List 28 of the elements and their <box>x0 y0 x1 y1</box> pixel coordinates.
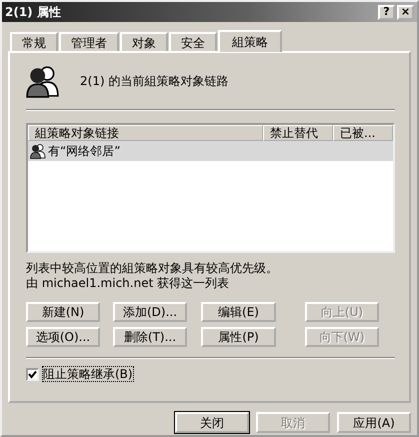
list-row[interactable]: 有“网络邻居” <box>28 141 393 161</box>
tab[interactable]: 管理者 <box>59 32 119 51</box>
column-header[interactable]: 禁止替代 <box>263 125 333 141</box>
tab[interactable]: 常规 <box>10 32 58 51</box>
tab[interactable]: 組策略 <box>218 30 282 52</box>
close-button[interactable]: × <box>397 4 414 20</box>
help-button[interactable]: ? <box>378 4 395 20</box>
action-button[interactable]: 选项(O)... <box>26 327 100 347</box>
action-button[interactable]: 添加(D)... <box>113 302 187 322</box>
info-text: 列表中较高位置的組策略对象具有较高优先级。 <box>26 261 279 276</box>
people-icon <box>30 143 46 159</box>
action-button[interactable]: 删除(T)... <box>113 327 187 347</box>
checkbox-label[interactable]: 阻止策略继承(B) <box>43 367 133 382</box>
checkbox[interactable] <box>26 368 39 381</box>
tab[interactable]: 安全 <box>169 32 217 51</box>
column-header[interactable]: 組策略对象链接 <box>28 125 263 141</box>
people-icon <box>26 64 60 98</box>
heading-text: 2(1) 的当前組策略对象链路 <box>80 74 228 88</box>
dialog-button[interactable]: 应用(A) <box>337 412 411 433</box>
column-header[interactable]: 已被... <box>333 125 393 141</box>
window-title: 2(1) 属性 <box>5 4 61 20</box>
action-button[interactable]: 属性(P) <box>201 327 276 347</box>
action-button[interactable]: 编辑(E) <box>201 302 276 322</box>
dialog-button[interactable]: 关闭 <box>175 412 249 433</box>
row-label: 有“网络邻居” <box>48 144 120 158</box>
tab[interactable]: 对象 <box>120 32 168 51</box>
info-text: 由 michael1.mich.net 获得这一列表 <box>26 276 230 291</box>
action-button[interactable]: 新建(N) <box>26 302 100 322</box>
